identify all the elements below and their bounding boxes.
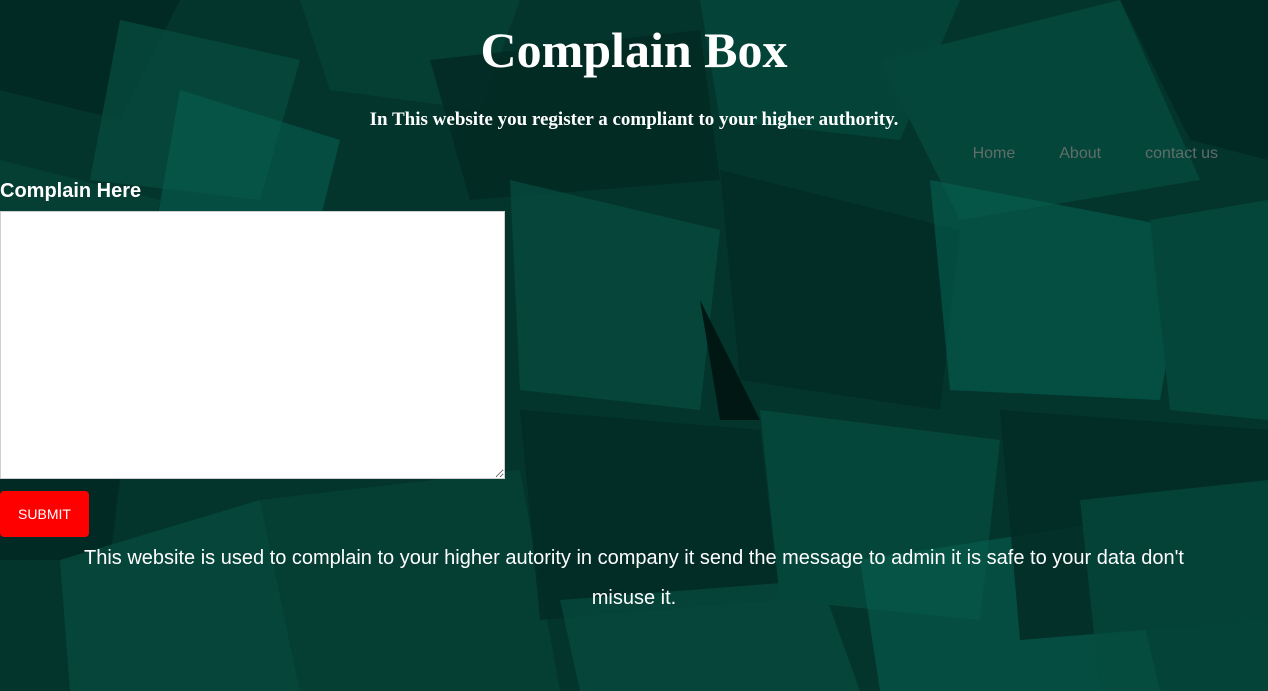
complaint-textarea[interactable] [0, 211, 505, 479]
nav-home-link[interactable]: Home [973, 144, 1016, 164]
submit-button[interactable]: SUBMIT [0, 491, 89, 537]
page-title: Complain Box [480, 22, 788, 78]
nav-about-link[interactable]: About [1059, 144, 1101, 164]
page-subtitle: In This website you register a compliant… [369, 109, 899, 130]
nav-contact-link[interactable]: contact us [1145, 144, 1218, 164]
info-text: This website is used to complain to your… [84, 547, 1184, 609]
complain-label: Complain Here [0, 180, 142, 202]
top-nav: Home About contact us [929, 144, 1218, 164]
